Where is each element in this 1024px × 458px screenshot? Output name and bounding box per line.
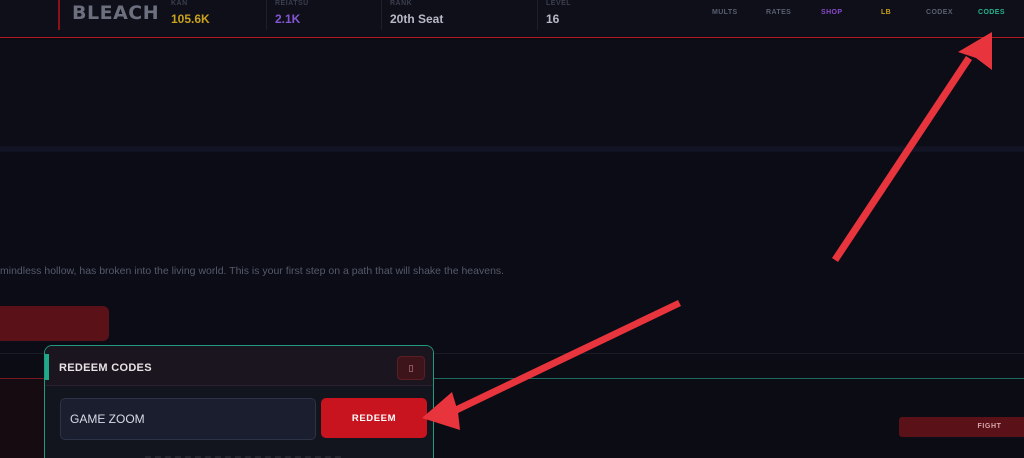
nav-mults[interactable]: MULTS	[712, 9, 738, 16]
fight-button[interactable]: FIGHT	[899, 417, 1024, 437]
nav-codex[interactable]: CODEX	[926, 9, 953, 16]
stat-reiatsu-label: REIATSU	[275, 0, 309, 7]
redeem-button[interactable]: REDEEM	[321, 398, 427, 438]
brand-logo: BLEACH	[58, 0, 160, 30]
nav-lb[interactable]: LB	[881, 9, 891, 16]
stat-reiatsu-value: 2.1K	[275, 12, 301, 26]
red-divider	[0, 378, 44, 379]
nav-shop[interactable]: SHOP	[821, 9, 842, 16]
stat-rank: RANK 20th Seat	[381, 0, 443, 30]
brand-title: BLEACH	[72, 2, 160, 24]
nav-rates[interactable]: RATES	[766, 9, 791, 16]
modal-title: REDEEM CODES	[59, 362, 152, 374]
hero-band	[0, 40, 1024, 148]
story-area	[0, 152, 1024, 352]
stat-rank-value: 20th Seat	[390, 12, 444, 26]
stat-kan: KAN 105.6K	[163, 0, 210, 30]
stat-level-value: 16	[546, 12, 560, 26]
modal-accent-bar	[45, 354, 49, 380]
story-text: mindless hollow, has broken into the liv…	[0, 265, 505, 277]
stat-reiatsu: REIATSU 2.1K	[266, 0, 309, 30]
close-button[interactable]: ▯	[397, 356, 425, 380]
modal-header: REDEEM CODES ▯	[45, 346, 433, 386]
close-icon: ▯	[408, 363, 414, 373]
stat-kan-value: 105.6K	[171, 12, 210, 26]
redeem-codes-modal: REDEEM CODES ▯ REDEEM	[44, 345, 434, 458]
code-input[interactable]	[60, 398, 316, 440]
stat-rank-label: RANK	[390, 0, 413, 7]
top-bar: BLEACH KAN 105.6K REIATSU 2.1K RANK 20th…	[0, 0, 1024, 38]
teal-divider	[432, 378, 1024, 379]
nav-codes[interactable]: CODES	[978, 9, 1005, 16]
side-panel	[0, 380, 44, 458]
stat-level-label: LEVEL	[546, 0, 572, 7]
stat-level: LEVEL 16	[537, 0, 571, 30]
stat-kan-label: KAN	[171, 0, 188, 7]
start-button[interactable]	[0, 306, 109, 341]
